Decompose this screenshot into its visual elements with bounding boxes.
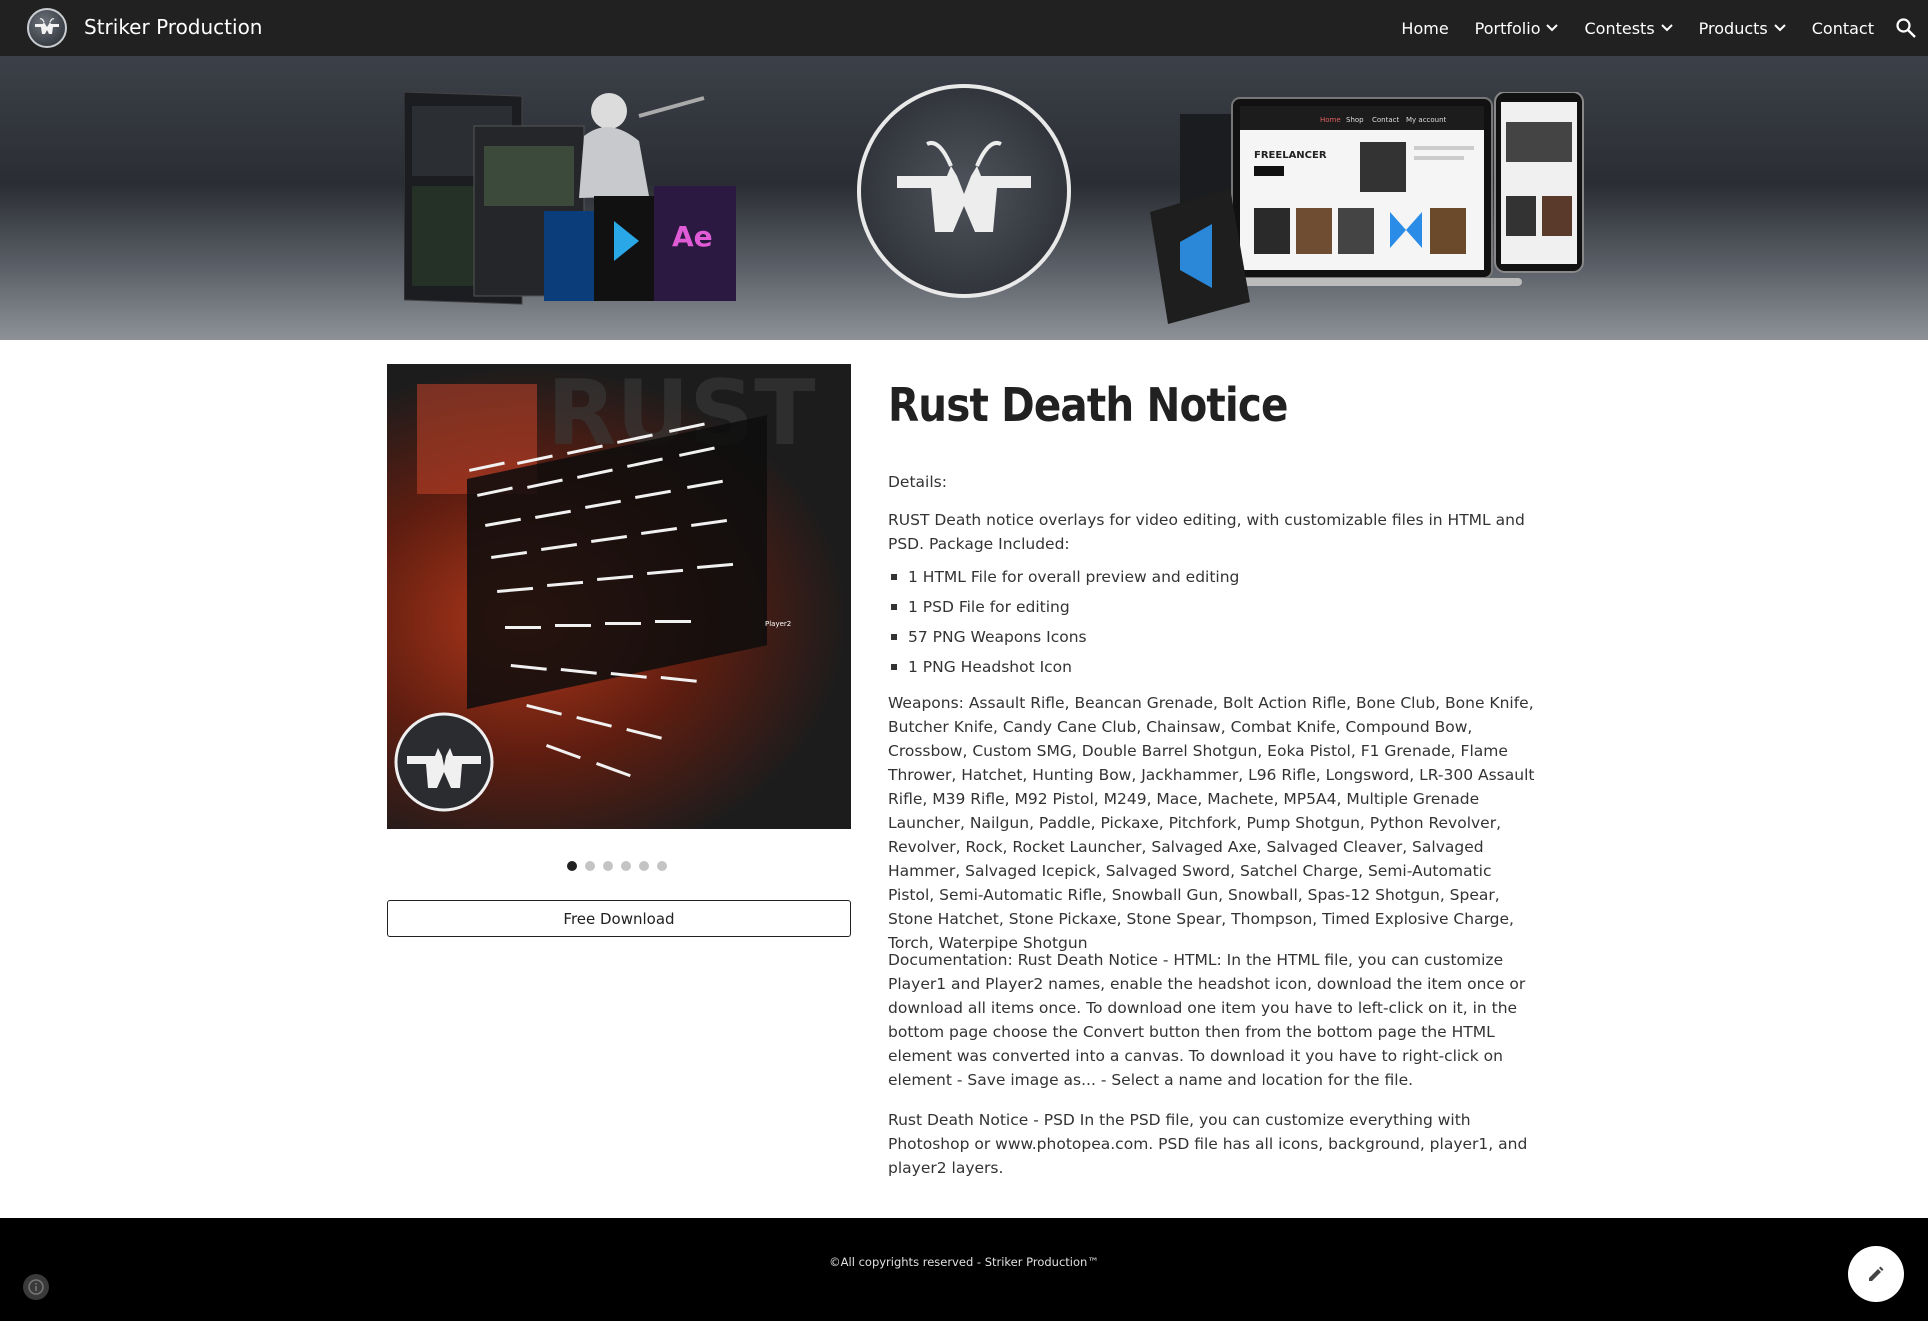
mockup-menu-home: Home	[1320, 116, 1341, 124]
product-description: RUST Death notice overlays for video edi…	[888, 511, 1525, 553]
mockup-menu-account: My account	[1406, 116, 1447, 124]
list-item: 1 PNG Headshot Icon	[888, 652, 1239, 682]
psd-note: Rust Death Notice - PSD In the PSD file,…	[888, 1111, 1528, 1177]
list-item: 1 PSD File for editing	[888, 592, 1239, 622]
free-download-button[interactable]: Free Download	[387, 900, 851, 937]
pencil-icon	[1869, 1266, 1884, 1281]
info-icon	[28, 1279, 44, 1295]
product-image[interactable]: RUST Player2	[387, 364, 851, 829]
nav-item-portfolio[interactable]: Portfolio	[1475, 19, 1559, 38]
carousel-dot-2[interactable]	[585, 861, 595, 871]
chevron-down-icon	[1546, 24, 1559, 32]
software-collage-image: Ae	[404, 91, 736, 305]
banner-logo-circle	[857, 84, 1071, 298]
site-title[interactable]: Striker Production	[84, 15, 262, 39]
site-info-button[interactable]	[23, 1274, 49, 1300]
nav-label: Portfolio	[1474, 18, 1541, 38]
list-item: 57 PNG Weapons Icons	[888, 622, 1239, 652]
carousel-dot-5[interactable]	[639, 861, 649, 871]
nav-label: Contact	[1811, 18, 1874, 38]
hero-banner: Ae Home Shop Contact My account FREELANC…	[0, 56, 1928, 340]
footer: ©All copyrights reserved - Striker Produ…	[0, 1218, 1928, 1321]
page-title: Rust Death Notice	[888, 378, 1288, 432]
weapons-list: Weapons: Assault Rifle, Beancan Grenade,…	[888, 694, 1535, 952]
carousel-dot-1[interactable]	[567, 861, 577, 871]
carousel-dot-4[interactable]	[621, 861, 631, 871]
nav-item-products[interactable]: Products	[1699, 19, 1786, 38]
nav-item-contests[interactable]: Contests	[1584, 18, 1673, 38]
product-details: Rust Death Notice Details: RUST Death no…	[888, 378, 1536, 1177]
carousel-dot-3[interactable]	[603, 861, 613, 871]
mockup-heading: FREELANCER	[1254, 150, 1327, 161]
image-carousel-dots	[567, 861, 667, 871]
mockup-menu-shop: Shop	[1346, 116, 1364, 124]
nav-label: Home	[1401, 18, 1449, 38]
details-label: Details:	[888, 473, 947, 491]
edit-button[interactable]	[1848, 1246, 1904, 1302]
footer-copyright: ©All copyrights reserved - Striker Produ…	[829, 1255, 1099, 1269]
search-icon[interactable]	[1894, 16, 1918, 40]
list-item: 1 HTML File for overall preview and edit…	[888, 562, 1239, 592]
svg-text:Ae: Ae	[672, 220, 713, 253]
site-logo[interactable]	[27, 8, 67, 48]
carousel-dot-6[interactable]	[657, 861, 667, 871]
mockup-menu-contact: Contact	[1372, 116, 1399, 124]
chevron-down-icon	[1660, 24, 1673, 32]
pistols-logo-icon	[897, 141, 1031, 232]
nav-item-contact[interactable]: Contact	[1812, 19, 1874, 38]
top-navigation-bar: Striker Production Home Portfolio Contes…	[0, 0, 1928, 56]
killfeed-preview-image: RUST Player2	[394, 364, 816, 812]
web-design-mockup-image: Home Shop Contact My account FREELANCER	[1150, 92, 1584, 324]
nav-item-home[interactable]: Home	[1401, 19, 1448, 38]
nav-label: Products	[1698, 18, 1768, 38]
package-list: 1 HTML File for overall preview and edit…	[888, 562, 1239, 682]
nav-label: Contests	[1584, 18, 1655, 38]
pistols-logo-icon	[35, 18, 59, 34]
chevron-down-icon	[1774, 24, 1786, 32]
killfeed-player-label: Player2	[765, 620, 791, 628]
main-nav: Home Portfolio Contests Products Contact	[1375, 0, 1874, 56]
documentation-text: Documentation: Rust Death Notice - HTML:…	[888, 951, 1526, 1089]
